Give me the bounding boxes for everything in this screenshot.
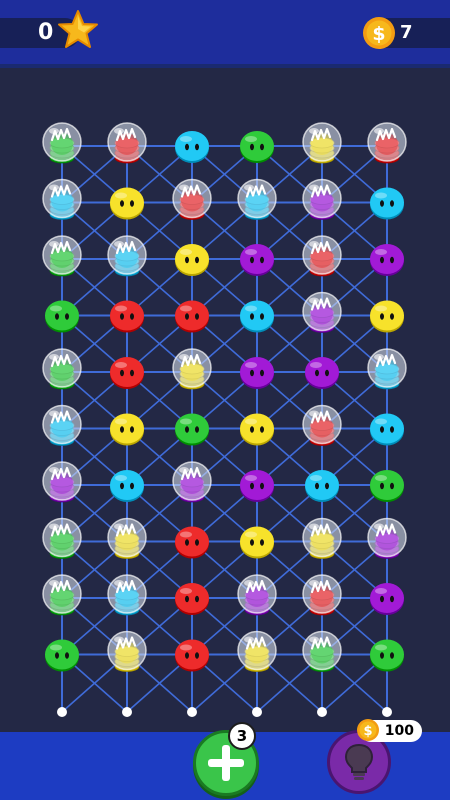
exit-node bbox=[187, 707, 197, 717]
blob-face[interactable] bbox=[240, 300, 274, 333]
blob-face[interactable] bbox=[240, 413, 274, 446]
blob-face[interactable] bbox=[175, 244, 209, 276]
blob-face[interactable] bbox=[175, 583, 209, 615]
blob-face[interactable] bbox=[110, 413, 144, 446]
blob-face[interactable] bbox=[305, 357, 339, 389]
blob-face[interactable] bbox=[45, 639, 79, 672]
exit-node bbox=[382, 707, 392, 717]
blob-face[interactable] bbox=[175, 300, 209, 333]
blob-face[interactable] bbox=[240, 470, 274, 502]
blob-face[interactable] bbox=[240, 357, 274, 389]
exit-node bbox=[317, 707, 327, 717]
lightbulb-icon bbox=[344, 743, 374, 780]
star-icon bbox=[58, 10, 98, 48]
blob-face[interactable] bbox=[110, 357, 144, 389]
blob-face[interactable] bbox=[240, 244, 274, 276]
blob-face[interactable] bbox=[175, 526, 209, 559]
blob-face[interactable] bbox=[370, 583, 404, 615]
blob-face[interactable] bbox=[175, 131, 209, 163]
svg-text:$: $ bbox=[372, 23, 385, 45]
blob-face[interactable] bbox=[175, 639, 209, 672]
svg-text:$: $ bbox=[363, 724, 372, 739]
blob-face[interactable] bbox=[240, 526, 274, 559]
blob-face[interactable] bbox=[305, 470, 339, 502]
coin-icon: $ bbox=[357, 719, 379, 741]
blob-face[interactable] bbox=[370, 300, 404, 333]
exit-node bbox=[57, 707, 67, 717]
blob-face[interactable] bbox=[370, 187, 404, 220]
blob-face[interactable] bbox=[370, 470, 404, 502]
blob-face[interactable] bbox=[110, 187, 144, 220]
blob-face[interactable] bbox=[110, 470, 144, 502]
blob-face[interactable] bbox=[370, 639, 404, 672]
exit-node bbox=[122, 707, 132, 717]
exit-node bbox=[252, 707, 262, 717]
blob-face[interactable] bbox=[240, 131, 274, 163]
blob-face[interactable] bbox=[370, 413, 404, 446]
coin-count: 7 bbox=[400, 22, 413, 43]
coin-icon: $ bbox=[363, 17, 395, 49]
game-board[interactable] bbox=[0, 68, 450, 732]
add-count-badge: 3 bbox=[228, 722, 256, 750]
blob-face[interactable] bbox=[175, 413, 209, 446]
blob-face[interactable] bbox=[110, 300, 144, 333]
score-value: 0 bbox=[38, 20, 54, 45]
blob-face[interactable] bbox=[45, 300, 79, 333]
blob-face[interactable] bbox=[370, 244, 404, 276]
